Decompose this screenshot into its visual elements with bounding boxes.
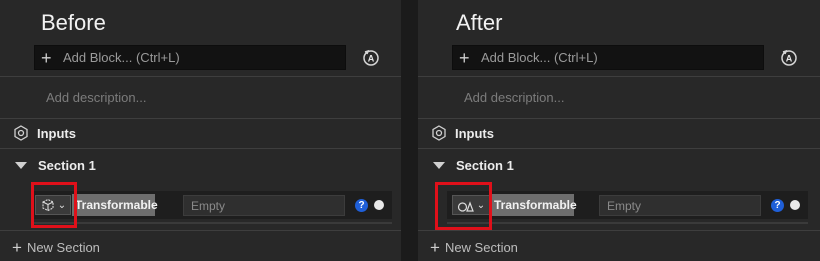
help-icon[interactable]: ? xyxy=(771,199,784,212)
panel-gutter xyxy=(401,0,418,261)
auto-step-icon[interactable]: A xyxy=(779,48,799,68)
new-section-label: New Section xyxy=(444,240,518,255)
description-field[interactable]: Add description... xyxy=(464,90,564,105)
collapse-triangle-icon[interactable] xyxy=(433,162,445,169)
add-block-placeholder: Add Block... (Ctrl+L) xyxy=(481,50,598,65)
parameter-value-field[interactable]: Empty xyxy=(599,195,761,216)
new-section-label: New Section xyxy=(26,240,100,255)
parameter-value-field[interactable]: Empty xyxy=(183,195,345,216)
description-field[interactable]: Add description... xyxy=(46,90,146,105)
section-label: Section 1 xyxy=(38,158,96,173)
svg-text:A: A xyxy=(786,54,793,64)
inputs-icon xyxy=(432,125,446,141)
inputs-label: Inputs xyxy=(37,125,76,141)
row-underline xyxy=(447,222,808,224)
collapse-triangle-icon[interactable] xyxy=(15,162,27,169)
auto-step-icon[interactable]: A xyxy=(361,48,381,68)
plus-icon: + xyxy=(12,238,22,257)
before-panel: Before + Add Block... (Ctrl+L) A Add des… xyxy=(0,0,401,261)
parameter-name[interactable]: Transformable xyxy=(72,194,158,216)
section-label: Section 1 xyxy=(456,158,514,173)
plus-icon: + xyxy=(430,238,440,257)
highlight-box xyxy=(31,182,77,228)
new-section-button[interactable]: + New Section xyxy=(12,239,100,256)
inputs-header[interactable]: Inputs xyxy=(13,125,76,141)
section-header[interactable]: Section 1 xyxy=(15,158,96,173)
add-block-field[interactable]: + Add Block... (Ctrl+L) xyxy=(34,45,346,70)
divider xyxy=(0,76,401,77)
parameter-row: ⌄ Transformable Empty ? xyxy=(31,191,392,219)
divider xyxy=(418,230,820,231)
divider xyxy=(418,148,820,149)
after-panel: After + Add Block... (Ctrl+L) A Add desc… xyxy=(418,0,820,261)
section-header[interactable]: Section 1 xyxy=(433,158,514,173)
plus-icon: + xyxy=(41,47,52,68)
panel-title: After xyxy=(456,10,503,35)
reset-dot-icon[interactable] xyxy=(374,200,384,210)
inputs-header[interactable]: Inputs xyxy=(431,125,494,141)
parameter-name[interactable]: Transformable xyxy=(491,194,577,216)
help-icon[interactable]: ? xyxy=(355,199,368,212)
divider xyxy=(0,230,401,231)
divider xyxy=(0,148,401,149)
row-underline xyxy=(31,222,392,224)
divider xyxy=(418,76,820,77)
reset-dot-icon[interactable] xyxy=(790,200,800,210)
inputs-icon xyxy=(14,125,28,141)
inputs-label: Inputs xyxy=(455,125,494,141)
divider xyxy=(0,118,401,119)
highlight-box xyxy=(435,182,492,230)
plus-icon: + xyxy=(459,47,470,68)
new-section-button[interactable]: + New Section xyxy=(430,239,518,256)
add-block-placeholder: Add Block... (Ctrl+L) xyxy=(63,50,180,65)
divider xyxy=(418,118,820,119)
add-block-field[interactable]: + Add Block... (Ctrl+L) xyxy=(452,45,764,70)
svg-text:A: A xyxy=(368,54,375,64)
panel-title: Before xyxy=(41,10,106,35)
parameter-row: ⌄ Transformable Empty ? xyxy=(447,191,808,219)
